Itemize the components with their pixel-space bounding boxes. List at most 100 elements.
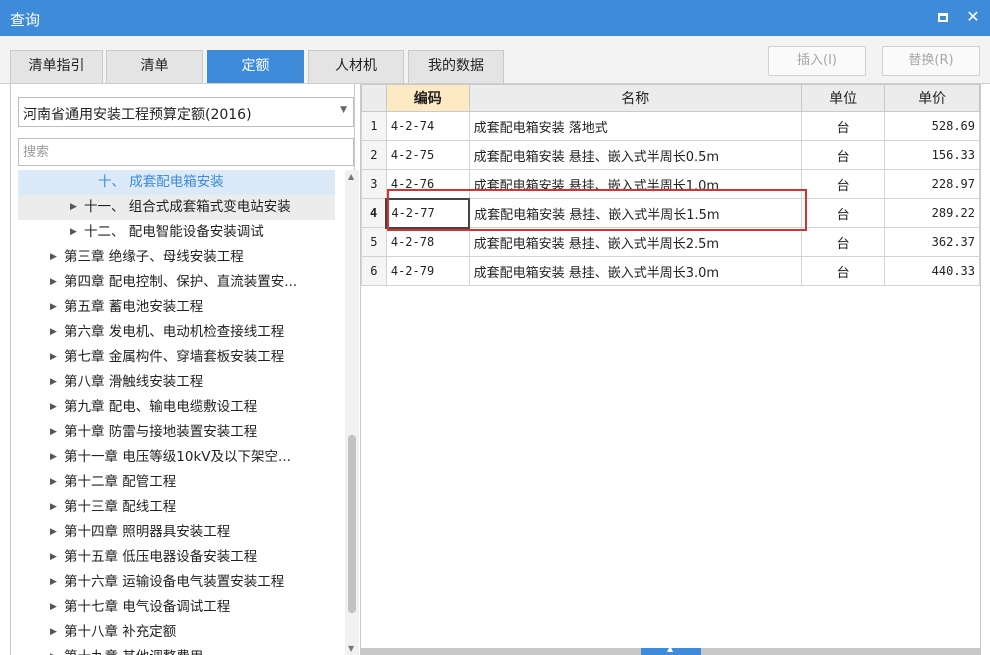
tree-item[interactable]: ▶ 第七章 金属构件、穿墙套板安装工程 bbox=[18, 345, 335, 370]
table-row[interactable]: 1 4-2-74 成套配电箱安装 落地式台 528.69 bbox=[361, 111, 980, 141]
tree-item[interactable]: ▶ 第十八章 补充定额 bbox=[18, 620, 335, 645]
column-header-name[interactable]: 名称 bbox=[468, 84, 802, 112]
table-header-row: 编码 名称 单位 单价 bbox=[361, 84, 980, 112]
name-cell[interactable]: 成套配电箱安装 悬挂、嵌入式半周长0.5m bbox=[468, 140, 802, 170]
table-row[interactable]: 4 4-2-77 成套配电箱安装 悬挂、嵌入式半周长1.5m 台 289.22 bbox=[361, 197, 980, 229]
tree-item[interactable]: ▶ 第八章 滑触线安装工程 bbox=[18, 370, 335, 395]
unit-cell[interactable]: 台 bbox=[800, 140, 886, 170]
tree-item[interactable]: ▶ 第十五章 低压电器设备安装工程 bbox=[18, 545, 335, 570]
price-cell[interactable]: 440.33 bbox=[884, 256, 980, 286]
tree-item[interactable]: ▶ 十一、 组合式成套箱式变电站安装 bbox=[18, 195, 335, 220]
expand-arrow-icon[interactable]: ▶ bbox=[50, 520, 57, 545]
expand-arrow-icon[interactable]: ▶ bbox=[50, 370, 57, 395]
unit-cell[interactable]: 台 bbox=[800, 256, 886, 286]
expand-arrow-icon[interactable]: ▶ bbox=[50, 320, 57, 345]
row-number[interactable]: 2 bbox=[361, 140, 387, 170]
tab-list[interactable]: 清单 bbox=[106, 50, 203, 83]
expand-arrow-icon[interactable]: ▶ bbox=[70, 220, 77, 245]
expand-arrow-icon[interactable]: ▶ bbox=[70, 195, 77, 220]
tree-item[interactable]: ▶ 第十六章 运输设备电气装置安装工程 bbox=[18, 570, 335, 595]
tree-item[interactable]: ▶ 十二、 配电智能设备安装调试 bbox=[18, 220, 335, 245]
row-number[interactable]: 4 bbox=[361, 198, 387, 228]
expand-arrow-icon[interactable]: ▶ bbox=[50, 620, 57, 645]
insert-button[interactable]: 插入(I) bbox=[768, 46, 866, 76]
tree-item[interactable]: ▶ 第十章 防雷与接地装置安装工程 bbox=[18, 420, 335, 445]
expand-arrow-icon[interactable]: ▶ bbox=[50, 470, 57, 495]
code-cell[interactable]: 4-2-78 bbox=[385, 227, 470, 257]
price-cell[interactable]: 156.33 bbox=[884, 140, 980, 170]
expand-arrow-icon[interactable]: ▶ bbox=[50, 245, 57, 270]
tree-scrollbar[interactable]: ▲ ▼ bbox=[345, 170, 359, 655]
code-cell[interactable]: 4-2-75 bbox=[385, 140, 470, 170]
unit-cell[interactable]: 台 bbox=[800, 169, 886, 199]
price-cell[interactable]: 528.69 bbox=[884, 111, 980, 141]
tree-item[interactable]: ▶ 第十三章 配线工程 bbox=[18, 495, 335, 520]
code-cell[interactable]: 4-2-77 bbox=[385, 197, 471, 229]
price-cell[interactable]: 362.37 bbox=[884, 227, 980, 257]
tab-guide[interactable]: 清单指引 bbox=[10, 50, 103, 83]
expand-arrow-icon[interactable]: ▶ bbox=[50, 595, 57, 620]
tree-item[interactable]: ▶ 第十二章 配管工程 bbox=[18, 470, 335, 495]
tab-labor-material[interactable]: 人材机 bbox=[308, 50, 404, 83]
column-header-code[interactable]: 编码 bbox=[385, 84, 470, 112]
tree-item-label: 第八章 滑触线安装工程 bbox=[64, 374, 204, 390]
scroll-down-icon[interactable]: ▼ bbox=[348, 644, 354, 653]
scroll-up-icon[interactable]: ▲ bbox=[348, 172, 354, 181]
name-cell[interactable]: 成套配电箱安装 悬挂、嵌入式半周长1.5m bbox=[468, 198, 802, 228]
name-cell[interactable]: 成套配电箱安装 悬挂、嵌入式半周长3.0m bbox=[468, 256, 802, 286]
table-row[interactable]: 2 4-2-75 成套配电箱安装 悬挂、嵌入式半周长0.5m 台 156.33 bbox=[361, 140, 980, 170]
name-cell[interactable]: 成套配电箱安装 悬挂、嵌入式半周长1.0m bbox=[468, 169, 802, 199]
expand-arrow-icon[interactable]: ▶ bbox=[50, 420, 57, 445]
row-number[interactable]: 6 bbox=[361, 256, 387, 286]
table-row[interactable]: 5 4-2-78 成套配电箱安装 悬挂、嵌入式半周长2.5m 台 362.37 bbox=[361, 227, 980, 257]
name-cell[interactable]: 成套配电箱安装 落地式 bbox=[468, 111, 802, 141]
expand-arrow-icon[interactable]: ▶ bbox=[50, 495, 57, 520]
column-header-price[interactable]: 单价 bbox=[884, 84, 980, 112]
name-cell[interactable]: 成套配电箱安装 悬挂、嵌入式半周长2.5m bbox=[468, 227, 802, 257]
replace-button[interactable]: 替换(R) bbox=[882, 46, 980, 76]
tab-my-data[interactable]: 我的数据 bbox=[408, 50, 504, 83]
expand-arrow-icon[interactable]: ▶ bbox=[50, 445, 57, 470]
tree-item[interactable]: ▶ 第六章 发电机、电动机检查接线工程 bbox=[18, 320, 335, 345]
splitter-handle[interactable]: ▲ bbox=[641, 644, 701, 655]
column-header-unit[interactable]: 单位 bbox=[800, 84, 886, 112]
row-number[interactable]: 5 bbox=[361, 227, 387, 257]
row-number[interactable]: 3 bbox=[361, 169, 387, 199]
close-icon[interactable]: ✕ bbox=[962, 6, 984, 28]
expand-arrow-icon[interactable]: ▶ bbox=[50, 270, 57, 295]
tree-item-label: 第六章 发电机、电动机检查接线工程 bbox=[64, 324, 285, 340]
tree-item-label: 第十九章 其他调整费用 bbox=[64, 645, 203, 655]
expand-arrow-icon[interactable]: ▶ bbox=[50, 545, 57, 570]
tree-item[interactable]: 十、 成套配电箱安装 bbox=[18, 170, 335, 195]
tree-item[interactable]: ▶ 第五章 蓄电池安装工程 bbox=[18, 295, 335, 320]
expand-arrow-icon[interactable]: ▶ bbox=[50, 570, 57, 595]
tab-quota[interactable]: 定额 bbox=[207, 50, 304, 83]
tree-item[interactable]: ▶ 第九章 配电、输电电缆敷设工程 bbox=[18, 395, 335, 420]
code-cell[interactable]: 4-2-76 bbox=[385, 169, 470, 199]
table-row[interactable]: 3 4-2-76 成套配电箱安装 悬挂、嵌入式半周长1.0m 台 228.97 bbox=[361, 169, 980, 199]
scrollbar-thumb[interactable] bbox=[348, 435, 356, 613]
maximize-icon[interactable] bbox=[932, 6, 954, 28]
quota-library-select[interactable]: 河南省通用安装工程预算定额(2016) ▼ bbox=[18, 97, 354, 127]
code-cell[interactable]: 4-2-74 bbox=[385, 111, 470, 141]
unit-cell[interactable]: 台 bbox=[800, 198, 886, 228]
tree-item[interactable]: ▶ 第十四章 照明器具安装工程 bbox=[18, 520, 335, 545]
tree-item[interactable]: ▶ 第四章 配电控制、保护、直流装置安... bbox=[18, 270, 335, 295]
search-input[interactable] bbox=[18, 138, 354, 166]
tree-item[interactable]: ▶ 第十一章 电压等级10kV及以下架空... bbox=[18, 445, 335, 470]
expand-arrow-icon[interactable]: ▶ bbox=[50, 645, 57, 655]
price-cell[interactable]: 289.22 bbox=[884, 198, 980, 228]
unit-cell[interactable]: 台 bbox=[800, 227, 886, 257]
tree-item-label: 第三章 绝缘子、母线安装工程 bbox=[64, 249, 244, 265]
unit-cell[interactable]: 台 bbox=[800, 111, 886, 141]
price-cell[interactable]: 228.97 bbox=[884, 169, 980, 199]
table-row[interactable]: 6 4-2-79 成套配电箱安装 悬挂、嵌入式半周长3.0m 台 440.33 bbox=[361, 256, 980, 286]
code-cell[interactable]: 4-2-79 bbox=[385, 256, 470, 286]
tree-item[interactable]: ▶ 第十九章 其他调整费用 bbox=[18, 645, 335, 655]
tree-item[interactable]: ▶ 第三章 绝缘子、母线安装工程 bbox=[18, 245, 335, 270]
expand-arrow-icon[interactable]: ▶ bbox=[50, 345, 57, 370]
expand-arrow-icon[interactable]: ▶ bbox=[50, 295, 57, 320]
expand-arrow-icon[interactable]: ▶ bbox=[50, 395, 57, 420]
tree-item[interactable]: ▶ 第十七章 电气设备调试工程 bbox=[18, 595, 335, 620]
row-number[interactable]: 1 bbox=[361, 111, 387, 141]
